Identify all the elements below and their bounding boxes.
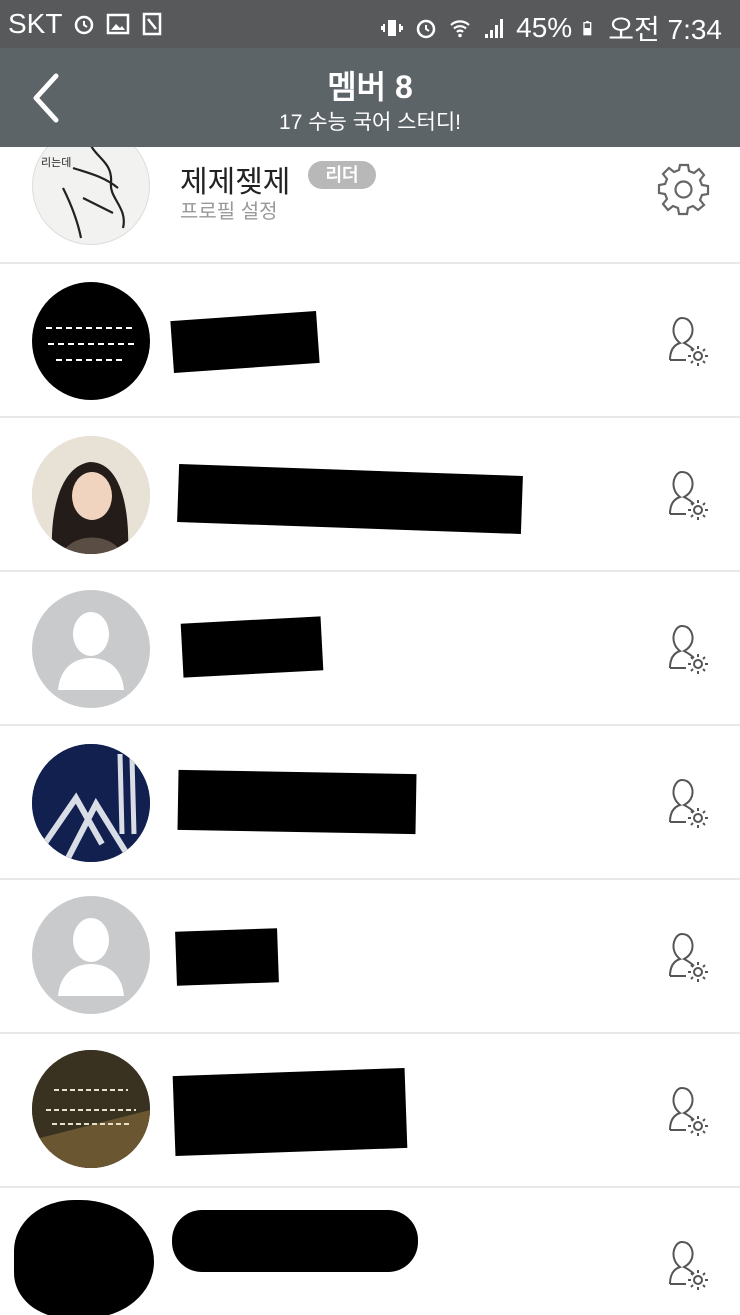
default-avatar — [32, 896, 150, 1014]
avatar — [32, 744, 150, 862]
page-subtitle: 17 수능 국어 스터디! — [279, 111, 461, 134]
image-notification-icon — [107, 13, 130, 35]
redacted-name — [175, 928, 279, 986]
status-bar: SKT 45% 오전 7:34 — [0, 0, 740, 48]
leader-badge: 리더 — [308, 161, 376, 189]
user-gear-icon[interactable] — [654, 618, 714, 678]
clock: 오전 7:34 — [608, 14, 722, 45]
member-row[interactable] — [0, 418, 740, 572]
default-avatar — [32, 590, 150, 708]
member-row[interactable] — [0, 264, 740, 418]
avatar — [32, 1050, 150, 1168]
user-gear-icon[interactable] — [654, 772, 714, 832]
user-gear-icon[interactable] — [654, 464, 714, 524]
member-row[interactable] — [0, 880, 740, 1034]
member-row[interactable] — [0, 1034, 740, 1188]
member-row[interactable] — [0, 1188, 740, 1315]
redacted-name — [172, 1210, 418, 1272]
member-row-leader[interactable]: 리는데 제제젲제 리더 프로필 설정 — [0, 147, 740, 264]
redacted-name — [177, 464, 523, 534]
user-gear-icon[interactable] — [654, 310, 714, 370]
user-gear-icon[interactable] — [654, 926, 714, 986]
redacted-avatar — [14, 1200, 154, 1315]
page-title: 멤버 8 — [327, 69, 413, 105]
wifi-icon — [450, 20, 470, 38]
user-gear-icon[interactable] — [654, 1080, 714, 1140]
redacted-name — [180, 616, 324, 678]
gear-icon[interactable] — [654, 157, 714, 217]
redacted-name — [177, 769, 417, 835]
app-bar: 멤버 8 17 수능 국어 스터디! — [0, 48, 740, 147]
avatar — [32, 282, 150, 400]
battery-percent: 45% — [516, 12, 573, 43]
profile-settings-label: 프로필 설정 — [180, 201, 278, 223]
redacted-name — [170, 310, 320, 374]
user-gear-icon[interactable] — [654, 1234, 714, 1294]
svg-text:리는데: 리는데 — [41, 156, 71, 169]
carrier-label: SKT — [8, 8, 63, 39]
vibrate-mode-icon — [381, 20, 404, 36]
document-notification-icon — [143, 12, 162, 36]
redacted-name — [172, 1067, 408, 1157]
member-row[interactable] — [0, 726, 740, 880]
signal-icon — [485, 19, 504, 38]
alarm-clock-icon — [75, 15, 94, 35]
alarm-icon — [416, 19, 436, 39]
member-list: 리는데 제제젲제 리더 프로필 설정 — [0, 147, 740, 1315]
battery-icon — [583, 21, 592, 36]
avatar: 리는데 — [32, 147, 150, 245]
avatar — [32, 436, 150, 554]
member-row[interactable] — [0, 572, 740, 726]
